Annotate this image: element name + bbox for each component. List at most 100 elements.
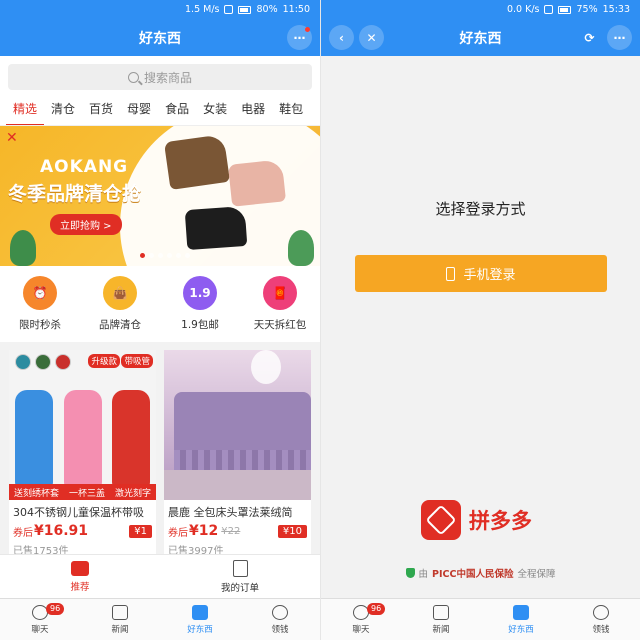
tab-coin[interactable]: 领钱	[561, 599, 640, 640]
battery-icon	[238, 5, 252, 14]
close-button[interactable]: ✕	[359, 25, 384, 50]
tab-item[interactable]: 母婴	[120, 94, 158, 125]
category-shortcut[interactable]: 1.9 1.9包邮	[165, 276, 235, 332]
lamp-image	[251, 350, 281, 384]
banner-cta-button[interactable]: 立即抢购 >	[50, 214, 122, 235]
tab-news[interactable]: 新闻	[80, 599, 160, 640]
clock: 15:33	[602, 4, 630, 15]
phone-icon	[446, 266, 456, 281]
insurance-suffix: 全程保障	[517, 569, 556, 580]
search-icon	[127, 71, 139, 83]
tree-decoration	[288, 230, 314, 266]
headboard-image	[174, 392, 311, 450]
product-name: 304不锈钢儿童保温杯带吸	[13, 506, 144, 519]
product-price: ¥12	[189, 523, 219, 539]
more-button[interactable]: ⋯	[287, 25, 312, 50]
login-screen: 0.0 K/s 75% 15:33 ‹ ✕ 好东西 ⟳ ⋯ 选择登录方式 手机登…	[320, 0, 640, 640]
bottom-tab-bar: 聊天 96 新闻 好东西 领钱	[321, 598, 640, 640]
search-placeholder: 搜索商品	[143, 70, 192, 85]
battery-level: 80%	[256, 4, 278, 15]
tab-label: 领钱	[592, 624, 610, 635]
product-image: 升级款 带吸管 送刻绣杯套 一杯三盖 激光刻字	[9, 350, 156, 500]
feature-strip: 送刻绣杯套 一杯三盖 激光刻字	[9, 484, 156, 500]
tab-item[interactable]: 百货	[82, 94, 120, 125]
brand-name: 拼多多	[469, 509, 532, 533]
category-tabs: 精选 清仓 百货 母婴 食品 女装 电器 鞋包	[0, 94, 320, 126]
unread-badge: 96	[367, 603, 386, 615]
phone-login-label: 手机登录	[463, 268, 516, 283]
product-card[interactable]: 晨鹿 全包床头罩法莱绒简 券后 ¥12 ¥22 ¥10 已售3997件	[164, 350, 311, 561]
alarm-clock-icon: ⏰	[23, 276, 57, 310]
tab-shopping-bag[interactable]: 好东西	[481, 599, 561, 640]
tab-label: 聊天	[352, 624, 370, 635]
feature-text: 一杯三盖	[68, 488, 105, 499]
original-price: ¥22	[221, 525, 241, 537]
after-coupon-label: 券后	[168, 527, 188, 539]
shopping-bag-icon	[192, 604, 208, 620]
coupon-badge[interactable]: ¥1	[129, 524, 152, 538]
category-shortcut[interactable]: 🧧 天天拆红包	[245, 276, 315, 332]
search-input[interactable]: 搜索商品	[8, 64, 312, 90]
category-label: 天天拆红包	[253, 319, 307, 331]
subnav-home[interactable]: 推荐	[0, 555, 160, 598]
product-card[interactable]: 升级款 带吸管 送刻绣杯套 一杯三盖 激光刻字 304不锈钢儿童保温杯带吸 券后…	[9, 350, 156, 561]
wifi-icon	[224, 5, 234, 14]
refresh-icon: ⟳	[584, 30, 595, 45]
shop-subnav: 推荐 我的订单	[0, 554, 320, 598]
banner-brand: AOKANG	[40, 157, 129, 177]
phone-login-button[interactable]: 手机登录	[355, 255, 607, 292]
bottle-image	[15, 390, 53, 490]
coin-icon	[272, 604, 288, 620]
tab-chat[interactable]: 聊天 96	[321, 599, 401, 640]
clock: 11:50	[282, 4, 310, 15]
category-shortcuts: ⏰ 限时秒杀 👜 品牌清仓 1.9 1.9包邮 🧧 天天拆红包	[0, 266, 320, 342]
tab-shopping-bag[interactable]: 好东西	[160, 599, 240, 640]
bed-image	[164, 470, 311, 500]
product-grid: 升级款 带吸管 送刻绣杯套 一杯三盖 激光刻字 304不锈钢儿童保温杯带吸 券后…	[0, 342, 320, 561]
carousel-dots	[140, 253, 190, 258]
tab-news[interactable]: 新闻	[401, 599, 481, 640]
back-button[interactable]: ‹	[329, 25, 354, 50]
feature-text: 激光刻字	[114, 488, 151, 499]
page-title: 好东西	[139, 30, 181, 47]
product-tag: 带吸管	[121, 354, 153, 368]
insurer-name: PICC中国人民保险	[432, 569, 514, 580]
login-title: 选择登录方式	[435, 200, 526, 218]
coupon-badge[interactable]: ¥10	[277, 524, 307, 538]
category-label: 品牌清仓	[99, 319, 141, 331]
tab-label: 好东西	[187, 624, 213, 635]
refresh-button[interactable]: ⟳	[577, 25, 602, 50]
product-image	[164, 350, 311, 500]
boot-image	[227, 159, 287, 207]
tab-item[interactable]: 精选	[6, 94, 45, 125]
price-1-9-icon: 1.9	[183, 276, 217, 310]
more-button[interactable]: ⋯	[607, 25, 632, 50]
category-shortcut[interactable]: 👜 品牌清仓	[85, 276, 155, 332]
tab-coin[interactable]: 领钱	[240, 599, 320, 640]
tab-item[interactable]: 食品	[158, 94, 196, 125]
network-speed: 1.5 M/s	[185, 4, 220, 15]
subnav-order[interactable]: 我的订单	[160, 555, 320, 598]
subnav-label: 推荐	[70, 581, 90, 593]
category-shortcut[interactable]: ⏰ 限时秒杀	[5, 276, 75, 332]
shop-screen: 1.5 M/s 80% 11:50 好东西 ⋯ 搜索商品 精选 清仓 百货 母婴 食品女…	[0, 0, 320, 640]
close-icon: ✕	[366, 30, 377, 45]
pinduoduo-icon	[421, 500, 461, 540]
status-bar: 1.5 M/s 80% 11:50	[0, 0, 320, 19]
tab-item[interactable]: 清仓	[44, 94, 82, 125]
order-icon	[232, 559, 248, 577]
tab-label: 新闻	[111, 624, 129, 635]
tab-item[interactable]: 电器	[234, 94, 272, 125]
pinduoduo-logo: 拼多多	[421, 500, 532, 540]
wifi-icon	[544, 5, 554, 14]
promo-banner[interactable]: ✕ AOKANG 冬季品牌清仓抢 立即抢购 >	[0, 126, 320, 266]
tab-item[interactable]: 女装	[196, 94, 234, 125]
tab-chat[interactable]: 聊天 96	[0, 599, 80, 640]
price-row: 券后 ¥16.91 ¥1	[9, 520, 156, 542]
unread-badge: 96	[46, 603, 65, 615]
insurance-prefix: 由	[418, 569, 429, 580]
tab-item[interactable]: 鞋包	[272, 94, 310, 125]
ellipsis-icon: ⋯	[293, 30, 306, 45]
close-icon[interactable]: ✕	[6, 130, 18, 146]
boot-image	[163, 134, 231, 190]
